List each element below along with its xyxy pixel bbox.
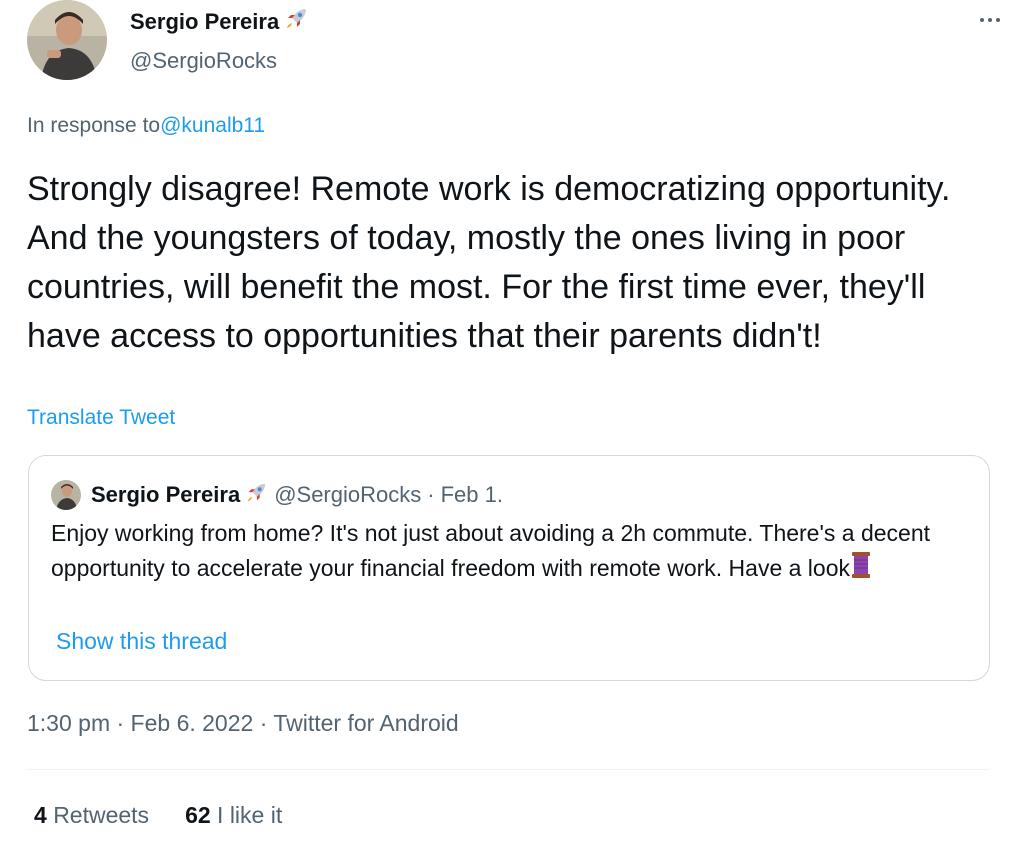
quoted-tweet-card[interactable]: Sergio Pereira @SergioRocks · Feb 1. Enj… — [28, 455, 990, 681]
retweets-stat[interactable]: 4 Retweets — [34, 802, 149, 829]
quoted-author-avatar — [51, 480, 81, 510]
thread-icon — [850, 551, 872, 589]
more-dot-icon — [996, 18, 1000, 22]
quoted-author-handle: @SergioRocks — [274, 482, 422, 507]
author-avatar[interactable] — [27, 0, 107, 80]
in-response-label: In response to — [27, 114, 161, 137]
more-dot-icon — [980, 18, 984, 22]
in-response-to: In response to@kunalb11 — [27, 114, 265, 138]
more-dot-icon — [988, 18, 992, 22]
rocket-icon — [244, 481, 268, 510]
tweet-stats: 4 Retweets 62 I like it — [34, 802, 282, 829]
author-name[interactable]: Sergio Pereira — [130, 6, 309, 38]
tweet-header: Sergio Pereira @SergioRocks — [27, 0, 1007, 84]
author-handle[interactable]: @SergioRocks — [130, 48, 309, 74]
divider — [27, 769, 989, 770]
likes-label: I like it — [217, 802, 283, 828]
quoted-author-name: Sergio Pereira — [91, 482, 241, 507]
retweets-label: Retweets — [53, 802, 150, 828]
quoted-text-body: Enjoy working from home? It's not just a… — [51, 520, 930, 582]
quoted-tweet-text: Enjoy working from home? It's not just a… — [51, 516, 981, 589]
retweets-count: 4 — [34, 802, 47, 828]
more-options-button[interactable] — [973, 8, 1007, 32]
show-thread-link[interactable]: Show this thread — [56, 628, 227, 655]
quoted-separator: · — [427, 482, 435, 507]
in-response-handle-link[interactable]: @kunalb11 — [160, 114, 265, 137]
tweet-text: Strongly disagree! Remote work is democr… — [27, 170, 951, 355]
likes-stat[interactable]: 62 I like it — [185, 802, 282, 829]
translate-tweet-link[interactable]: Translate Tweet — [27, 406, 175, 430]
likes-count: 62 — [185, 802, 211, 828]
tweet-meta: 1:30 pm · Feb 6. 2022 · Twitter for Andr… — [27, 710, 459, 736]
rocket-icon — [283, 6, 309, 38]
quoted-date: Feb 1. — [440, 482, 503, 507]
